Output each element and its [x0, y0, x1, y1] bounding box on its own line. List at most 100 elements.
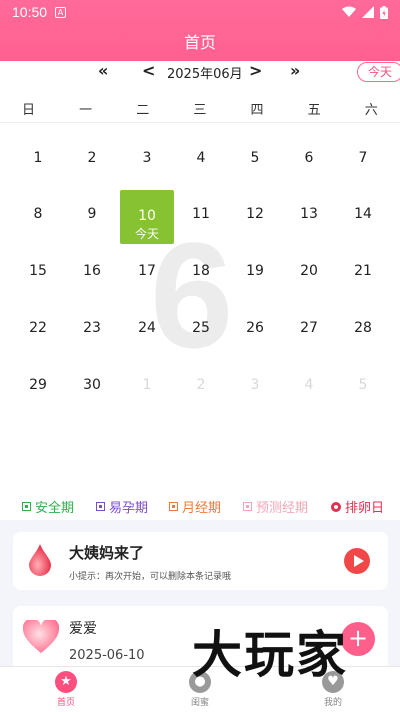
day-number: 24 [138, 320, 156, 336]
status-icons [342, 5, 388, 19]
calendar-day[interactable]: 8 [11, 190, 65, 244]
calendar-day[interactable]: 26 [228, 304, 282, 358]
day-number: 12 [246, 206, 264, 222]
prev-month-button[interactable]: < [142, 61, 155, 81]
calendar-day[interactable]: 17 [120, 247, 174, 301]
safe-marker-icon [22, 502, 31, 511]
calendar-day[interactable]: 1 [11, 134, 65, 188]
legend-period: 月经期 [169, 497, 221, 516]
day-number: 14 [354, 206, 372, 222]
day-number: 2 [196, 377, 206, 393]
calendar-day[interactable]: 5 [228, 134, 282, 188]
calendar-day[interactable]: 2 [65, 134, 119, 188]
day-number: 23 [83, 320, 101, 336]
day-number: 22 [29, 320, 47, 336]
day-number: 25 [192, 320, 210, 336]
day-number: 1 [33, 150, 43, 166]
calendar-day[interactable]: 18 [174, 247, 228, 301]
love-card-title: 爱爱 [69, 621, 97, 637]
calendar-day[interactable]: 5 [336, 361, 390, 415]
next-year-button[interactable]: » [290, 61, 300, 81]
day-number: 15 [29, 263, 47, 279]
day-number: 6 [304, 150, 314, 166]
day-number: 26 [246, 320, 264, 336]
battery-icon [380, 5, 388, 19]
weekday-label: 日 [22, 103, 36, 118]
weekday-label: 六 [364, 103, 378, 118]
weekday-label: 三 [193, 103, 207, 118]
day-number: 18 [192, 263, 210, 279]
love-card-date: 2025-06-10 [69, 648, 145, 663]
calendar-day[interactable]: 4 [282, 361, 336, 415]
day-number: 4 [196, 150, 206, 166]
legend-fertile: 易孕期 [96, 497, 148, 516]
day-number: 20 [300, 263, 318, 279]
calendar-day[interactable]: 3 [228, 361, 282, 415]
calendar-day[interactable]: 12 [228, 190, 282, 244]
period-card-tip: 小提示：再次开始，可以删除本条记录哦 [69, 572, 232, 582]
period-card[interactable]: 大姨妈来了 小提示：再次开始，可以删除本条记录哦 [13, 532, 388, 590]
calendar-day[interactable]: 2 [174, 361, 228, 415]
status-bar: 10:50 A [0, 0, 400, 24]
calendar-day-today[interactable]: 10 今天 [120, 190, 174, 244]
calendar-day[interactable]: 25 [174, 304, 228, 358]
calendar-day[interactable]: 6 [282, 134, 336, 188]
calendar-day[interactable]: 9 [65, 190, 119, 244]
calendar-day[interactable]: 4 [174, 134, 228, 188]
day-number: 4 [304, 377, 314, 393]
legend: 安全期 易孕期 月经期 预测经期 排卵日 [0, 497, 400, 516]
weekday-label: 二 [136, 103, 150, 118]
legend-safe: 安全期 [22, 497, 74, 516]
weekday-label: 五 [307, 103, 321, 118]
star-icon: ★ [55, 671, 77, 693]
day-number: 9 [87, 206, 97, 222]
legend-predicted-label: 预测经期 [256, 501, 309, 516]
calendar-day[interactable]: 16 [65, 247, 119, 301]
day-number: 11 [192, 206, 210, 222]
calendar-grid: 6 1 2 3 4 5 6 7 8 9 10 今天 11 12 13 14 15 16 17 18 19 20 21 22 2… [0, 130, 400, 415]
day-number: 29 [29, 377, 47, 393]
calendar-day[interactable]: 27 [282, 304, 336, 358]
prev-year-button[interactable]: « [98, 61, 108, 81]
calendar-day[interactable]: 11 [174, 190, 228, 244]
tab-mine-label: 我的 [323, 698, 342, 708]
calendar-day[interactable]: 20 [282, 247, 336, 301]
calendar-day[interactable]: 28 [336, 304, 390, 358]
tab-home-label: 首页 [56, 698, 75, 708]
top-bar: 10:50 A 首页 [0, 0, 400, 61]
calendar-day[interactable]: 14 [336, 190, 390, 244]
calendar-day[interactable]: 19 [228, 247, 282, 301]
today-label: 今天 [134, 227, 159, 241]
calendar-day[interactable]: 22 [11, 304, 65, 358]
today-button[interactable]: 今天 [357, 62, 400, 82]
day-number: 19 [246, 263, 264, 279]
calendar-day[interactable]: 23 [65, 304, 119, 358]
weekday-label: 一 [79, 103, 93, 118]
play-button[interactable] [344, 548, 370, 574]
signal-icon [362, 6, 374, 18]
period-card-title: 大姨妈来了 [69, 544, 145, 562]
calendar-day[interactable]: 29 [11, 361, 65, 415]
tab-home[interactable]: ★ 首页 [36, 671, 96, 708]
legend-fertile-label: 易孕期 [109, 501, 149, 516]
calendar-day[interactable]: 3 [120, 134, 174, 188]
calendar-day[interactable]: 24 [120, 304, 174, 358]
tab-friends-label: 闺蜜 [190, 698, 209, 708]
calendar-day[interactable]: 30 [65, 361, 119, 415]
watermark: 大玩家 [192, 626, 348, 684]
month-label: 2025年06月 [167, 67, 243, 82]
next-month-button[interactable]: > [249, 61, 262, 81]
calendar-day[interactable]: 21 [336, 247, 390, 301]
legend-period-label: 月经期 [182, 501, 222, 516]
day-number: 3 [250, 377, 260, 393]
fertile-marker-icon [96, 502, 105, 511]
calendar-day[interactable]: 1 [120, 361, 174, 415]
calendar-day[interactable]: 13 [282, 190, 336, 244]
blood-drop-icon [29, 544, 51, 576]
legend-ovulation-label: 排卵日 [345, 501, 385, 516]
calendar-day[interactable]: 7 [336, 134, 390, 188]
period-marker-icon [169, 502, 178, 511]
calendar-day[interactable]: 15 [11, 247, 65, 301]
divider [0, 122, 400, 123]
day-number: 7 [358, 150, 368, 166]
